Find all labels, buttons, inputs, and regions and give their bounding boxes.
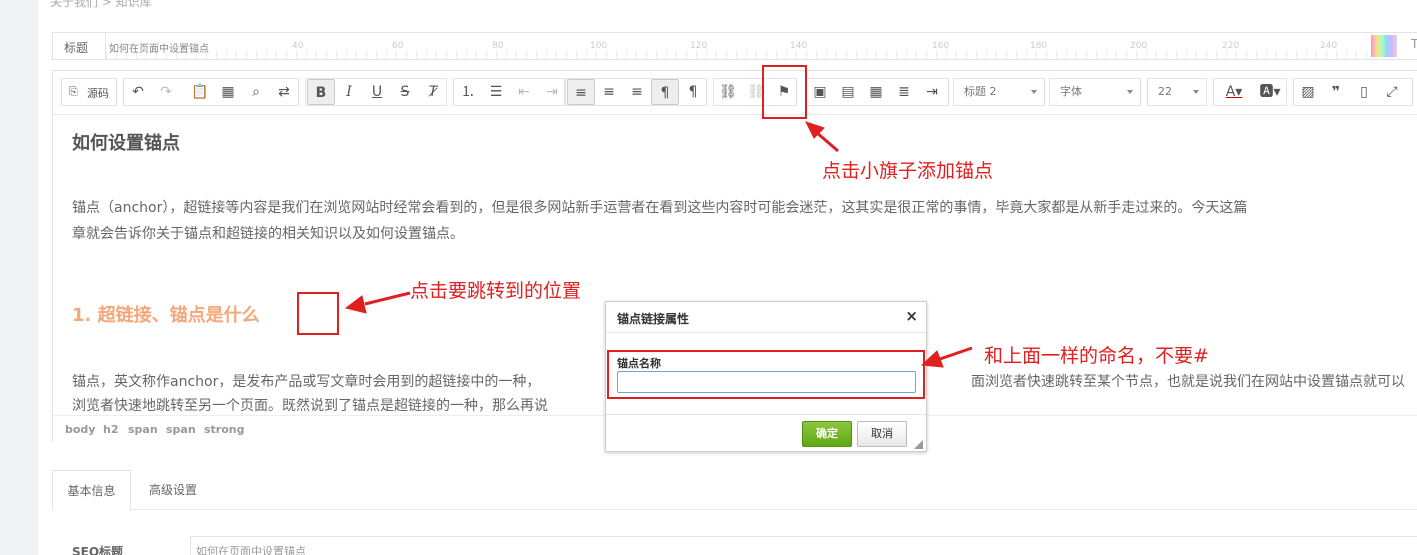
- name-arrow-head: [920, 350, 944, 368]
- name-arrow-line: [939, 346, 973, 361]
- name-annotation: 和上面一样的命名，不要#: [984, 345, 1209, 367]
- position-annotation: 点击要跳转到的位置: [410, 280, 582, 302]
- flag-annotation: 点击小旗子添加锚点: [822, 160, 994, 182]
- position-arrow-line: [364, 291, 411, 306]
- flag-arrow-line: [815, 130, 839, 153]
- position-arrow-head: [344, 295, 367, 314]
- annotation-arrows: [344, 121, 973, 368]
